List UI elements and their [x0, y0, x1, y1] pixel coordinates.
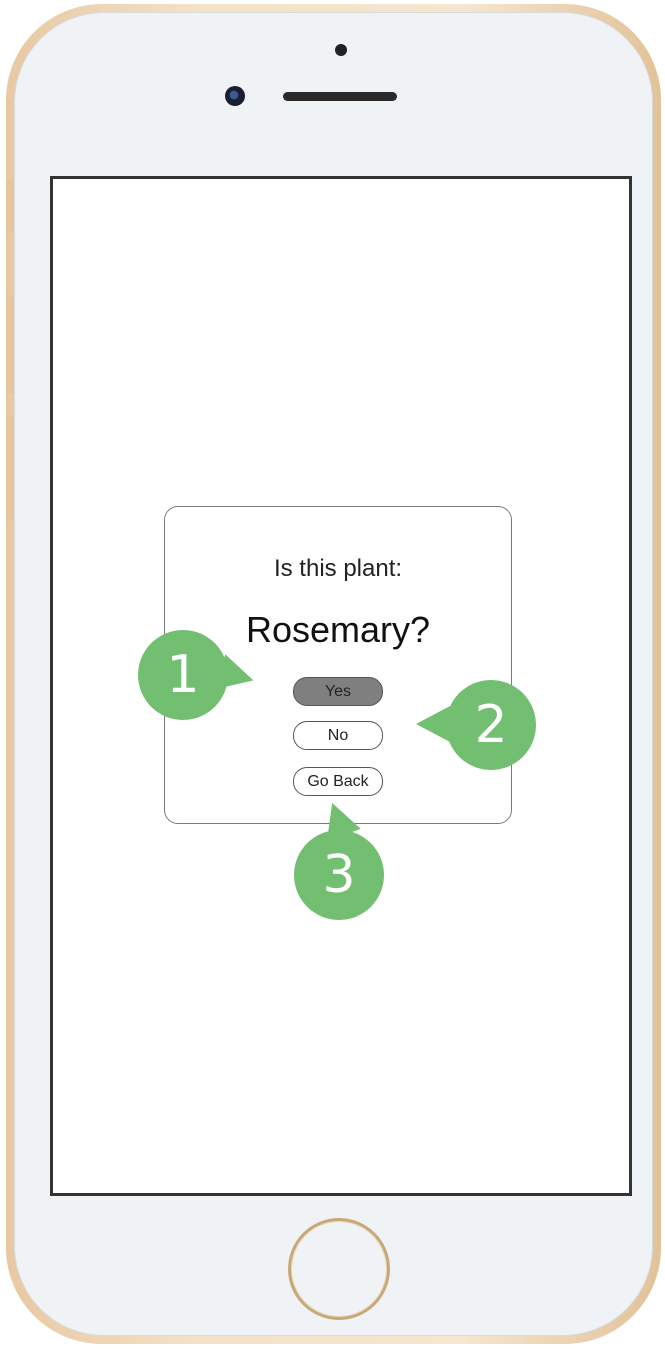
- yes-button[interactable]: Yes: [293, 677, 383, 706]
- go-back-button[interactable]: Go Back: [293, 767, 383, 796]
- mute-switch: [6, 180, 14, 232]
- dialog-question: Is this plant:: [273, 555, 403, 582]
- volume-down-button: [6, 416, 14, 520]
- annotation-number: 2: [474, 695, 508, 755]
- proximity-sensor: [335, 44, 347, 56]
- annotation-bubble-1: 1: [138, 630, 259, 720]
- annotation-bubble-3: 3: [294, 796, 384, 920]
- annotation-pointer: [416, 706, 450, 742]
- annotation-bubble-2: 2: [416, 680, 536, 770]
- annotation-number: 1: [166, 645, 200, 705]
- front-camera-icon: [225, 86, 245, 106]
- annotation-number: 3: [322, 845, 356, 905]
- no-button[interactable]: No: [293, 721, 383, 750]
- earpiece-speaker: [283, 92, 397, 101]
- home-button[interactable]: [288, 1218, 390, 1320]
- volume-up-button: [6, 296, 14, 394]
